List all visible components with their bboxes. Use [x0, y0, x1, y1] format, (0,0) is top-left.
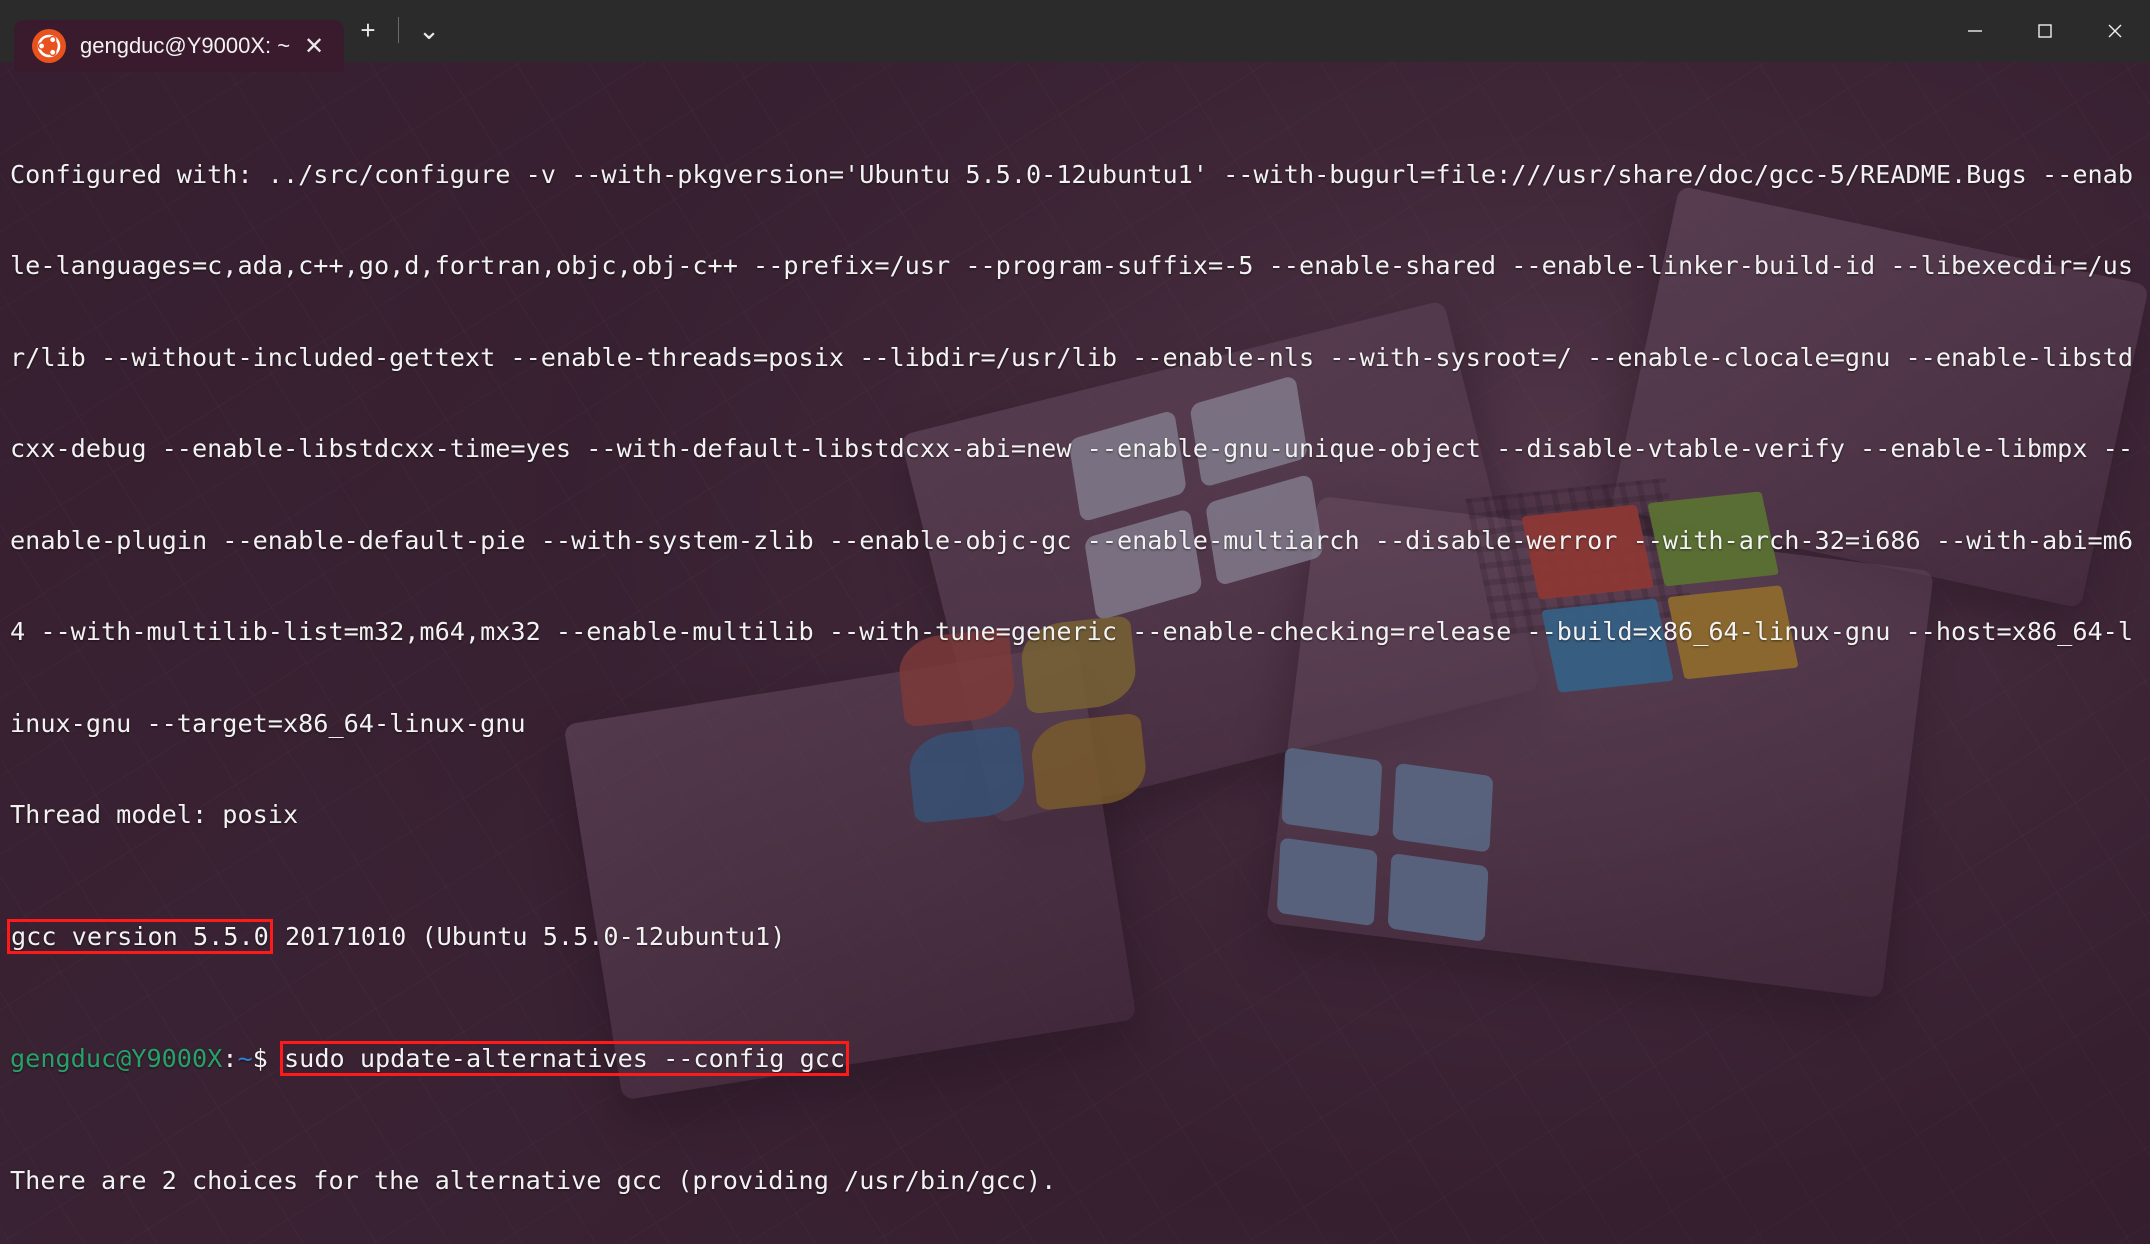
output-line: cxx-debug --enable-libstdcxx-time=yes --…	[10, 434, 2133, 463]
prompt-user-host: gengduc@Y9000X	[10, 1044, 223, 1073]
output-line: inux-gnu --target=x86_64-linux-gnu	[10, 708, 526, 738]
command-1-highlight: sudo update-alternatives --config gcc	[279, 1041, 850, 1076]
ubuntu-icon	[32, 29, 66, 63]
output-line: Configured with: ../src/configure -v --w…	[10, 159, 2133, 189]
new-tab-area: + ⌄	[344, 0, 453, 62]
prompt-path: ~	[237, 1044, 253, 1073]
title-bar: gengduc@Y9000X: ~ ✕ + ⌄	[0, 0, 2150, 72]
output-line: There are 2 choices for the alternative …	[10, 1166, 1057, 1195]
prompt-colon: :	[222, 1044, 238, 1073]
output-line: enable-plugin --enable-default-pie --wit…	[10, 525, 2133, 555]
tab-title: gengduc@Y9000X: ~	[80, 33, 291, 58]
terminal-output[interactable]: Configured with: ../src/configure -v --w…	[0, 62, 2150, 1244]
output-line: r/lib --without-included-gettext --enabl…	[10, 342, 2133, 372]
maximize-button[interactable]	[2010, 0, 2080, 62]
new-tab-button[interactable]: +	[344, 8, 392, 52]
output-line: Thread model: posix	[10, 800, 299, 829]
close-tab-icon[interactable]: ✕	[294, 26, 334, 66]
terminal-body[interactable]: Configured with: ../src/configure -v --w…	[0, 62, 2150, 1244]
output-line: le-languages=c,ada,c++,go,d,fortran,objc…	[10, 251, 2133, 280]
window-controls	[1940, 0, 2150, 62]
gcc-version-5-line: gcc version 5.5.0 20171010 (Ubuntu 5.5.0…	[7, 919, 2150, 954]
terminal-window: gengduc@Y9000X: ~ ✕ + ⌄ Configured with:…	[0, 0, 2150, 1244]
tab-strip: gengduc@Y9000X: ~ ✕ + ⌄	[0, 0, 453, 72]
gcc-version-5-rest: 20171010 (Ubuntu 5.5.0-12ubuntu1)	[269, 922, 786, 951]
toolbar-divider	[398, 17, 399, 43]
chevron-down-icon[interactable]: ⌄	[405, 8, 453, 52]
gcc-version-5-highlight: gcc version 5.5.0	[7, 919, 273, 954]
terminal-tab[interactable]: gengduc@Y9000X: ~ ✕	[14, 20, 344, 72]
command-line-1: gengduc@Y9000X:~$ sudo update-alternativ…	[10, 1041, 2150, 1076]
prompt-dollar: $	[252, 1044, 268, 1073]
close-window-button[interactable]	[2080, 0, 2150, 62]
minimize-button[interactable]	[1940, 0, 2010, 62]
output-line: 4 --with-multilib-list=m32,m64,mx32 --en…	[10, 617, 2133, 646]
